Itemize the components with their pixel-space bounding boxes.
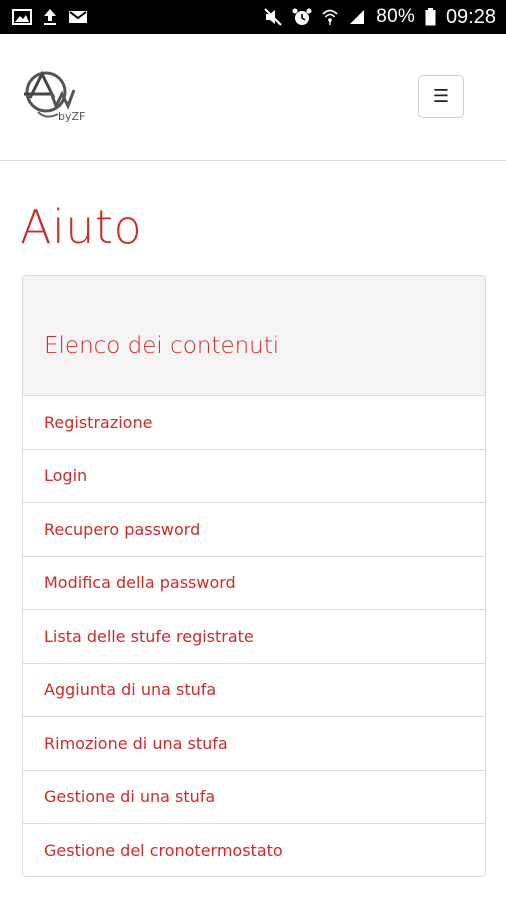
toc-link-modifica-password[interactable]: Modifica della password [44, 573, 236, 592]
status-bar: 80% 09:28 [0, 0, 506, 34]
page-title: Aiuto [20, 200, 143, 254]
toc-link-registrazione[interactable]: Registrazione [44, 413, 152, 432]
hamburger-icon: ☰ [432, 86, 450, 107]
image-icon [12, 9, 32, 25]
status-bar-left [12, 8, 88, 26]
toc-panel: Elenco dei contenuti Registrazione Login… [22, 275, 486, 877]
clock: 09:28 [445, 5, 496, 28]
battery-icon [425, 8, 436, 26]
toc-list: Registrazione Login Recupero password Mo… [23, 396, 485, 876]
toc-link-rimozione-stufa[interactable]: Rimozione di una stufa [44, 734, 228, 753]
signal-icon [348, 9, 366, 25]
toc-heading: Elenco dei contenuti [23, 276, 485, 396]
toc-item-modifica-password: Modifica della password [23, 557, 485, 610]
battery-percent: 80% [376, 6, 415, 27]
toc-link-login[interactable]: Login [44, 466, 87, 485]
toc-item-rimozione-stufa: Rimozione di una stufa [23, 717, 485, 771]
toc-item-recupero-password: Recupero password [23, 503, 485, 557]
toc-item-cronotermostato: Gestione del cronotermostato [23, 824, 485, 876]
menu-button[interactable]: ☰ [418, 75, 464, 118]
toc-link-gestione-stufa[interactable]: Gestione di una stufa [44, 787, 215, 806]
logo-graphic: byZF [24, 70, 85, 123]
toc-link-recupero-password[interactable]: Recupero password [44, 520, 200, 539]
toc-item-login: Login [23, 450, 485, 503]
toc-item-lista-stufe: Lista delle stufe registrate [23, 610, 485, 664]
mute-icon [264, 8, 283, 26]
toc-link-lista-stufe[interactable]: Lista delle stufe registrate [44, 627, 254, 646]
upload-icon [42, 8, 58, 26]
toc-item-registrazione: Registrazione [23, 396, 485, 450]
toc-link-cronotermostato[interactable]: Gestione del cronotermostato [44, 841, 283, 860]
logo-text: byZF [58, 110, 85, 123]
toc-item-aggiunta-stufa: Aggiunta di una stufa [23, 664, 485, 717]
mail-icon [68, 9, 88, 25]
toc-title: Elenco dei contenuti [44, 332, 280, 359]
toc-item-gestione-stufa: Gestione di una stufa [23, 771, 485, 824]
status-bar-right: 80% 09:28 [264, 6, 496, 29]
alarm-icon [292, 8, 312, 26]
toc-link-aggiunta-stufa[interactable]: Aggiunta di una stufa [44, 680, 216, 699]
site-logo[interactable]: byZF [22, 68, 94, 130]
wifi-icon [322, 8, 338, 26]
site-header: byZF ☰ [0, 34, 506, 161]
